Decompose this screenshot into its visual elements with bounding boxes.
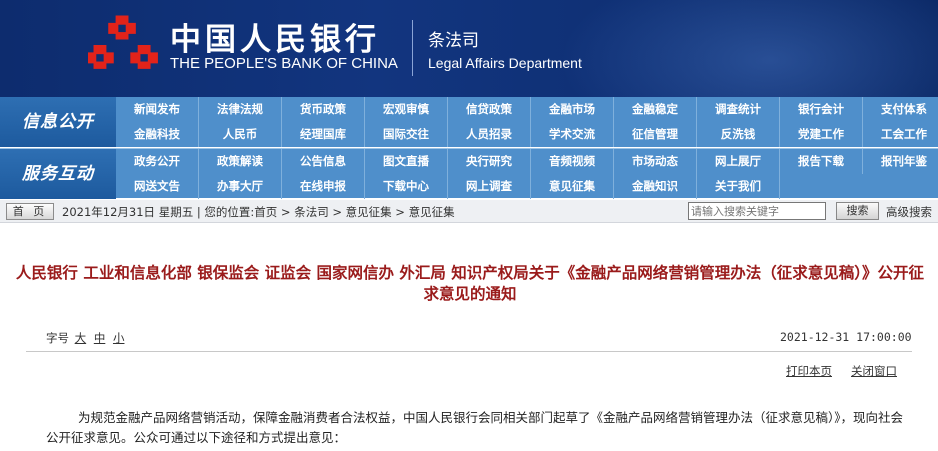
publish-date: 2021-12-31 17:00:00	[780, 330, 912, 344]
nav-item[interactable]: 下载中心	[365, 174, 448, 199]
nav-item[interactable]: 银行会计	[780, 97, 863, 122]
font-small-link[interactable]: 小	[113, 331, 125, 345]
nav-item[interactable]: 法律法规	[199, 97, 282, 122]
nav-item[interactable]: 在线申报	[282, 174, 365, 199]
nav-item[interactable]: 央行研究	[448, 149, 531, 174]
nav-item[interactable]: 报刊年鉴	[863, 149, 938, 174]
nav-item[interactable]: 信贷政策	[448, 97, 531, 122]
nav-item[interactable]: 网上调查	[448, 174, 531, 199]
home-button[interactable]: 首 页	[6, 203, 54, 220]
dept-name-cn: 条法司	[428, 31, 479, 51]
search-button[interactable]: 搜索	[836, 202, 879, 220]
nav-item[interactable]: 支付体系	[863, 97, 938, 122]
close-window-link[interactable]: 关闭窗口	[851, 363, 897, 379]
header-glow	[560, 0, 938, 97]
article-body: 为规范金融产品网络营销活动，保障金融消费者合法权益，中国人民银行会同相关部门起草…	[46, 410, 904, 445]
logo-coin-hole	[140, 54, 148, 62]
nav-item[interactable]: 工会工作	[863, 122, 938, 147]
nav-item[interactable]: 货币政策	[282, 97, 365, 122]
nav-item[interactable]: 反洗钱	[697, 122, 780, 147]
font-size-label: 字号	[46, 331, 69, 345]
nav-item[interactable]: 人员招录	[448, 122, 531, 147]
nav-item[interactable]: 图文直播	[365, 149, 448, 174]
nav-item[interactable]: 金融知识	[614, 174, 697, 199]
service-nav-row-1: 政务公开 政策解读 公告信息 图文直播 央行研究 音频视频 市场动态 网上展厅 报告下载 报刊年鉴	[116, 149, 938, 174]
logo-coin-hole	[96, 54, 104, 62]
info-nav: 信息公开 新闻发布 法律法规 货币政策 宏观审慎 信贷政策 金融市场 金融稳定 调查统计 银行会…	[0, 97, 938, 147]
nav-item[interactable]: 征信管理	[614, 122, 697, 147]
header-divider	[412, 20, 413, 76]
nav-item[interactable]: 网上展厅	[697, 149, 780, 174]
article-title: 人民银行 工业和信息化部 银保监会 证监会 国家网信办 外汇局 知识产权局关于《…	[15, 264, 925, 303]
nav-item[interactable]: 调查统计	[697, 97, 780, 122]
info-nav-row-2: 金融科技 人民币 经理国库 国际交往 人员招录 学术交流 征信管理 反洗钱 党建工作 工会工作	[116, 122, 938, 147]
logo-coin-hole	[118, 24, 126, 33]
service-nav-label: 服务互动	[0, 149, 116, 199]
font-large-link[interactable]: 大	[75, 331, 87, 345]
nav-item[interactable]: 党建工作	[780, 122, 863, 147]
site-header: 中国人民银行 THE PEOPLE'S BANK OF CHINA 条法司 Le…	[0, 0, 938, 97]
nav-item[interactable]: 网送文告	[116, 174, 199, 199]
font-size-controls: 字号 大 中 小	[46, 330, 126, 346]
nav-item[interactable]: 政策解读	[199, 149, 282, 174]
nav-item[interactable]: 学术交流	[531, 122, 614, 147]
font-medium-link[interactable]: 中	[94, 331, 106, 345]
search-input[interactable]	[688, 202, 826, 220]
info-nav-row-1: 新闻发布 法律法规 货币政策 宏观审慎 信贷政策 金融市场 金融稳定 调查统计 银行会计 支付体系	[116, 97, 938, 122]
bank-name-en: THE PEOPLE'S BANK OF CHINA	[170, 55, 398, 72]
breadcrumb: 2021年12月31日 星期五 | 您的位置:首页 > 条法司 > 意见征集 >…	[62, 205, 455, 219]
breadcrumb-bar: 首 页 2021年12月31日 星期五 | 您的位置:首页 > 条法司 > 意见…	[0, 200, 938, 223]
nav-item[interactable]: 宏观审慎	[365, 97, 448, 122]
service-nav: 服务互动 政务公开 政策解读 公告信息 图文直播 央行研究 音频视频 市场动态 网上展厅 报告下…	[0, 148, 938, 199]
nav-item[interactable]: 办事大厅	[199, 174, 282, 199]
nav-item[interactable]: 人民币	[199, 122, 282, 147]
pboc-logo-icon	[88, 15, 158, 69]
bank-name-cn: 中国人民银行	[170, 22, 380, 58]
divider-line	[26, 351, 912, 352]
nav-item[interactable]: 音频视频	[531, 149, 614, 174]
print-page-link[interactable]: 打印本页	[786, 363, 832, 379]
nav-item[interactable]: 新闻发布	[116, 97, 199, 122]
nav-item[interactable]: 政务公开	[116, 149, 199, 174]
nav-item[interactable]: 金融稳定	[614, 97, 697, 122]
nav-item[interactable]: 报告下载	[780, 149, 863, 174]
nav-item[interactable]: 意见征集	[531, 174, 614, 199]
nav-item[interactable]: 市场动态	[614, 149, 697, 174]
dept-name-en: Legal Affairs Department	[428, 55, 582, 71]
nav-item[interactable]: 国际交往	[365, 122, 448, 147]
nav-item[interactable]: 经理国库	[282, 122, 365, 147]
nav-item[interactable]: 关于我们	[697, 174, 780, 199]
nav-item[interactable]: 金融科技	[116, 122, 199, 147]
info-nav-label: 信息公开	[0, 97, 116, 147]
advanced-search-link[interactable]: 高级搜索	[886, 204, 932, 220]
service-nav-row-2: 网送文告 办事大厅 在线申报 下载中心 网上调查 意见征集 金融知识 关于我们	[116, 174, 780, 199]
nav-item[interactable]: 公告信息	[282, 149, 365, 174]
nav-item[interactable]: 金融市场	[531, 97, 614, 122]
